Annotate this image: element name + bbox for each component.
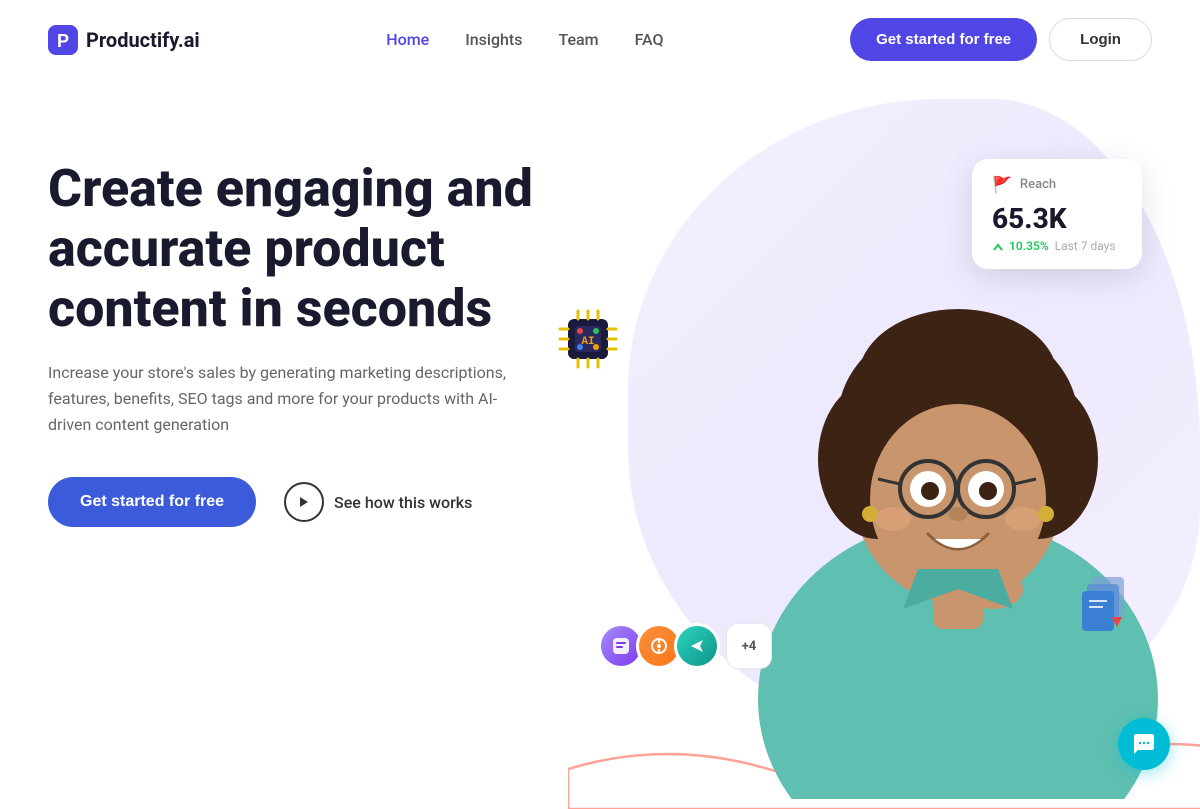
integration-more: +4 (726, 623, 772, 669)
brand-name: Productify.ai (86, 28, 200, 52)
doc-stack-icon (1077, 569, 1147, 639)
nav-login-button[interactable]: Login (1049, 18, 1152, 61)
hero-get-started-button[interactable]: Get started for free (48, 477, 256, 527)
reach-growth-pct: 10.35% (992, 239, 1049, 253)
svg-text:AI: AI (581, 336, 594, 348)
see-how-link[interactable]: See how this works (284, 482, 472, 522)
play-icon (284, 482, 324, 522)
reach-flag-icon: 🚩 (992, 175, 1012, 194)
nav-insights[interactable]: Insights (465, 30, 522, 49)
integration-row: +4 (598, 623, 772, 669)
reach-card-header: 🚩 Reach (992, 175, 1122, 194)
integration-icon-3 (674, 623, 720, 669)
reach-growth: 10.35% Last 7 days (992, 239, 1122, 253)
chat-icon (1132, 732, 1156, 756)
reach-period: Last 7 days (1055, 239, 1116, 253)
hero-title: Create engaging and accurate product con… (48, 159, 538, 338)
logo-link[interactable]: P Productify.ai (48, 25, 200, 55)
chat-bubble-button[interactable] (1118, 718, 1170, 770)
hero-cta-row: Get started for free See how this works (48, 477, 568, 527)
nav-actions: Get started for free Login (850, 18, 1152, 61)
hero-subtitle: Increase your store's sales by generatin… (48, 360, 508, 437)
reach-card: 🚩 Reach 65.3K 10.35% Last 7 days (972, 159, 1142, 269)
reach-value: 65.3K (992, 202, 1122, 235)
navbar: P Productify.ai Home Insights Team FAQ G… (0, 0, 1200, 79)
hero-right: AI (568, 119, 1152, 799)
reach-label: Reach (1020, 177, 1056, 192)
nav-get-started-button[interactable]: Get started for free (850, 18, 1037, 61)
svg-text:P: P (57, 31, 69, 51)
nav-team[interactable]: Team (558, 30, 598, 49)
nav-home[interactable]: Home (386, 30, 429, 49)
hero-left: Create engaging and accurate product con… (48, 119, 568, 527)
hero-section: Create engaging and accurate product con… (0, 79, 1200, 799)
nav-faq[interactable]: FAQ (635, 30, 664, 49)
ai-chip-icon: AI (548, 299, 628, 379)
nav-links: Home Insights Team FAQ (386, 30, 663, 49)
see-how-label: See how this works (334, 493, 472, 512)
logo-icon: P (48, 25, 78, 55)
